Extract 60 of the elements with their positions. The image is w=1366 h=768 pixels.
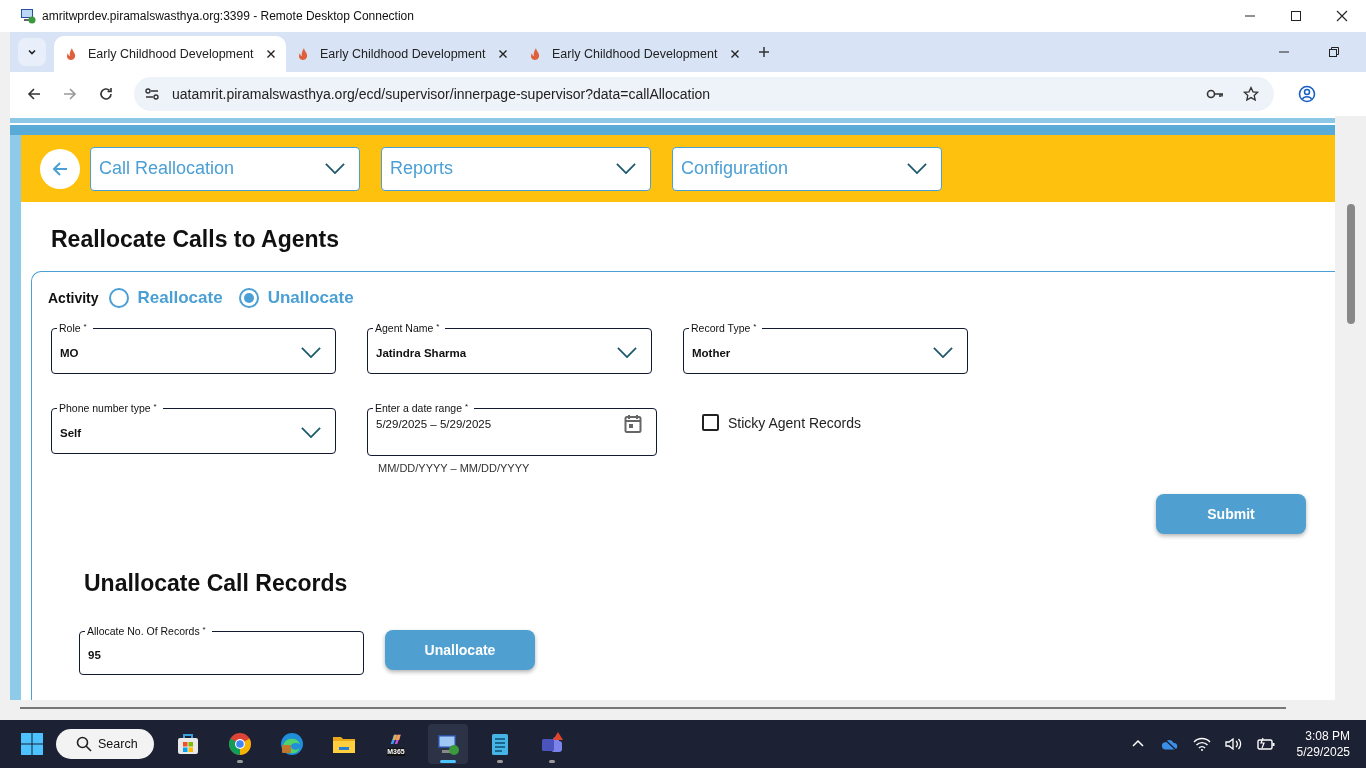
records-count-field[interactable]: Allocate No. Of Records * 95 (79, 625, 364, 675)
chevron-down-icon (907, 163, 927, 174)
close-icon[interactable] (498, 49, 508, 59)
reload-icon[interactable] (98, 86, 114, 102)
flame-icon (296, 47, 310, 61)
caret-icon (27, 47, 37, 57)
chevron-down-icon (325, 163, 345, 174)
taskbar-button[interactable] (428, 724, 468, 764)
profile-icon[interactable] (1298, 85, 1316, 103)
battery-icon[interactable] (1256, 737, 1275, 751)
monitor-icon (436, 732, 460, 756)
close-icon[interactable] (1336, 10, 1348, 22)
select-field[interactable]: Agent Name * Jatindra Sharma (367, 322, 652, 374)
tab-title: Early Childhood Development (88, 47, 255, 61)
select-field[interactable]: Record Type * Mother (683, 322, 968, 374)
chevron-down-icon (301, 347, 321, 358)
address-field[interactable]: uatamrit.piramalswasthya.org/ecd/supervisor/innerpage-supervisor?data=callAllocation (134, 77, 1274, 111)
back-icon[interactable] (26, 86, 42, 102)
browser-tab[interactable]: Early Childhood Development (518, 36, 750, 72)
windows-start-icon[interactable] (20, 732, 44, 756)
clock-time[interactable]: 3:08 PM (1305, 728, 1350, 744)
activity-label: Activity (48, 290, 99, 306)
select-field[interactable]: Role * MO (51, 322, 336, 374)
back-button[interactable] (40, 148, 80, 189)
remote-desktop-icon (20, 8, 36, 24)
cloud-icon[interactable] (1160, 737, 1179, 751)
tab-title: Early Childhood Development (320, 47, 487, 61)
browser-tab[interactable]: Early Childhood Development (286, 36, 518, 72)
close-icon[interactable] (266, 49, 276, 59)
calendar-icon[interactable] (624, 414, 642, 434)
chevron-down-icon (617, 347, 637, 358)
chevron-down-icon (933, 347, 953, 358)
browser-tab[interactable]: Early Childhood Development (54, 36, 286, 72)
new-tab-icon[interactable] (758, 46, 770, 58)
search-icon (76, 736, 92, 752)
tab-title: Early Childhood Development (552, 47, 719, 61)
flame-icon (528, 47, 542, 61)
date-format-hint: MM/DD/YYYY – MM/DD/YYYY (377, 462, 531, 474)
swirl-browser-icon (280, 732, 304, 756)
flame-icon (64, 47, 78, 61)
site-settings-icon[interactable] (144, 86, 160, 102)
volume-icon[interactable] (1224, 737, 1243, 751)
select-field[interactable]: Phone number type * Self (51, 402, 336, 454)
page-title: Reallocate Calls to Agents (51, 226, 340, 253)
browser-icon (228, 732, 252, 756)
close-icon[interactable] (730, 49, 740, 59)
search-field[interactable]: Search (56, 729, 154, 759)
clock-date[interactable]: 5/29/2025 (1296, 744, 1350, 760)
shopping-bag-icon (176, 732, 200, 756)
forward-icon[interactable] (62, 86, 78, 102)
wifi-icon[interactable] (1192, 737, 1211, 751)
maximize-icon[interactable] (1290, 10, 1302, 22)
section-title: Unallocate Call Records (84, 570, 349, 597)
chevron-down-icon (301, 427, 321, 438)
window-title: amritwprdev.piramalswasthya.org:3399 - Remote Desktop Connection (42, 9, 414, 23)
chevron-down-icon (616, 163, 636, 174)
star-icon[interactable] (1242, 86, 1260, 102)
restore-icon[interactable] (1328, 46, 1340, 58)
date-range-field[interactable]: Enter a date range * 5/29/2025 – 5/29/2025 (367, 402, 657, 456)
checkbox-option[interactable]: Sticky Agent Records (702, 414, 862, 431)
